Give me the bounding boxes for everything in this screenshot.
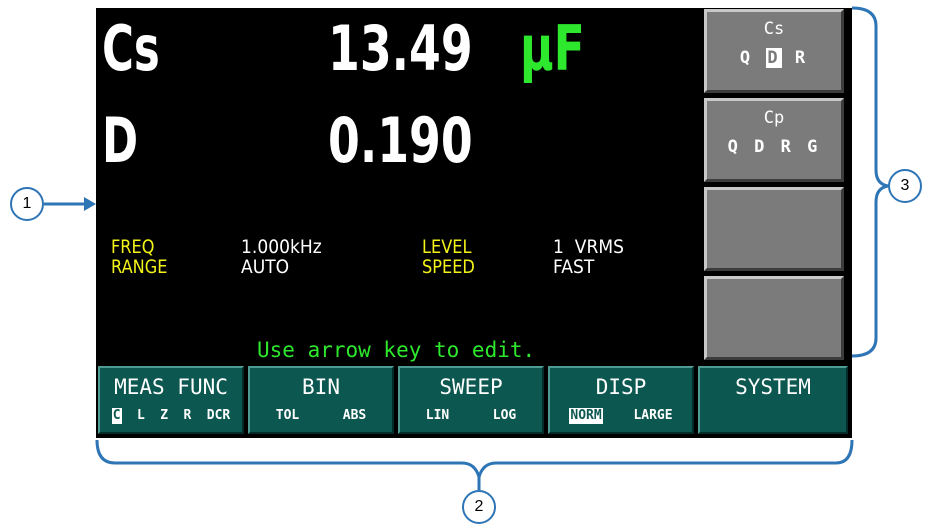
secondary-param-name: D <box>102 104 139 177</box>
primary-unit: µF <box>520 12 585 85</box>
level-label: LEVEL <box>422 236 472 258</box>
range-value: AUTO <box>241 256 290 278</box>
softkey-system-label: SYSTEM <box>735 375 811 399</box>
softkey-disp-label: DISP <box>595 375 647 399</box>
side-button-empty-1[interactable] <box>704 187 844 271</box>
side-button-cs-options: Q D R <box>739 48 809 68</box>
freq-label: FREQ <box>111 236 155 258</box>
softkey-meas-func-label: MEAS FUNC <box>114 375 228 399</box>
selected-disp-mode: NORM <box>569 408 603 424</box>
lcr-meter-screen: Cs 13.49 µF D 0.190 FREQ 1.000kHz RANGE … <box>96 8 852 438</box>
speed-value: FAST <box>553 256 595 278</box>
callout-marker-1: 1 <box>10 187 44 221</box>
edit-hint: Use arrow key to edit. <box>257 338 536 362</box>
side-button-cp[interactable]: Cp Q D R G <box>704 98 844 182</box>
softkey-disp-options: NORM LARGE <box>569 408 673 424</box>
softkey-meas-func[interactable]: MEAS FUNC C L Z R DCR <box>98 366 244 434</box>
secondary-value: 0.190 <box>328 104 473 177</box>
side-button-cs[interactable]: Cs Q D R <box>704 9 844 93</box>
softkey-disp[interactable]: DISP NORM LARGE <box>548 366 694 434</box>
softkey-bin-label: BIN <box>302 375 340 399</box>
softkey-bin-options: TOL ABS <box>275 408 367 423</box>
side-button-cs-title: Cs <box>763 19 785 39</box>
softkey-bin[interactable]: BIN TOL ABS <box>248 366 394 434</box>
side-button-cp-options: Q D R G <box>727 137 821 157</box>
primary-param-name: Cs <box>102 12 160 85</box>
side-button-empty-2[interactable] <box>704 276 844 360</box>
level-value: 1 VRMS <box>553 236 624 258</box>
softkey-sweep-options: LIN LOG <box>425 408 517 423</box>
selected-secondary-param: D <box>766 48 782 68</box>
softkey-sweep-label: SWEEP <box>439 375 503 399</box>
freq-value: 1.000kHz <box>241 236 322 258</box>
side-button-cp-title: Cp <box>763 108 785 128</box>
speed-label: SPEED <box>422 256 475 278</box>
softkey-meas-func-options: C L Z R DCR <box>111 408 231 424</box>
range-label: RANGE <box>111 256 168 278</box>
selected-meas-func: C <box>111 408 122 424</box>
callout-marker-2: 2 <box>462 490 496 524</box>
softkey-sweep[interactable]: SWEEP LIN LOG <box>398 366 544 434</box>
softkey-system[interactable]: SYSTEM <box>698 366 848 434</box>
callout-marker-3: 3 <box>888 169 922 203</box>
primary-value: 13.49 <box>328 12 473 85</box>
